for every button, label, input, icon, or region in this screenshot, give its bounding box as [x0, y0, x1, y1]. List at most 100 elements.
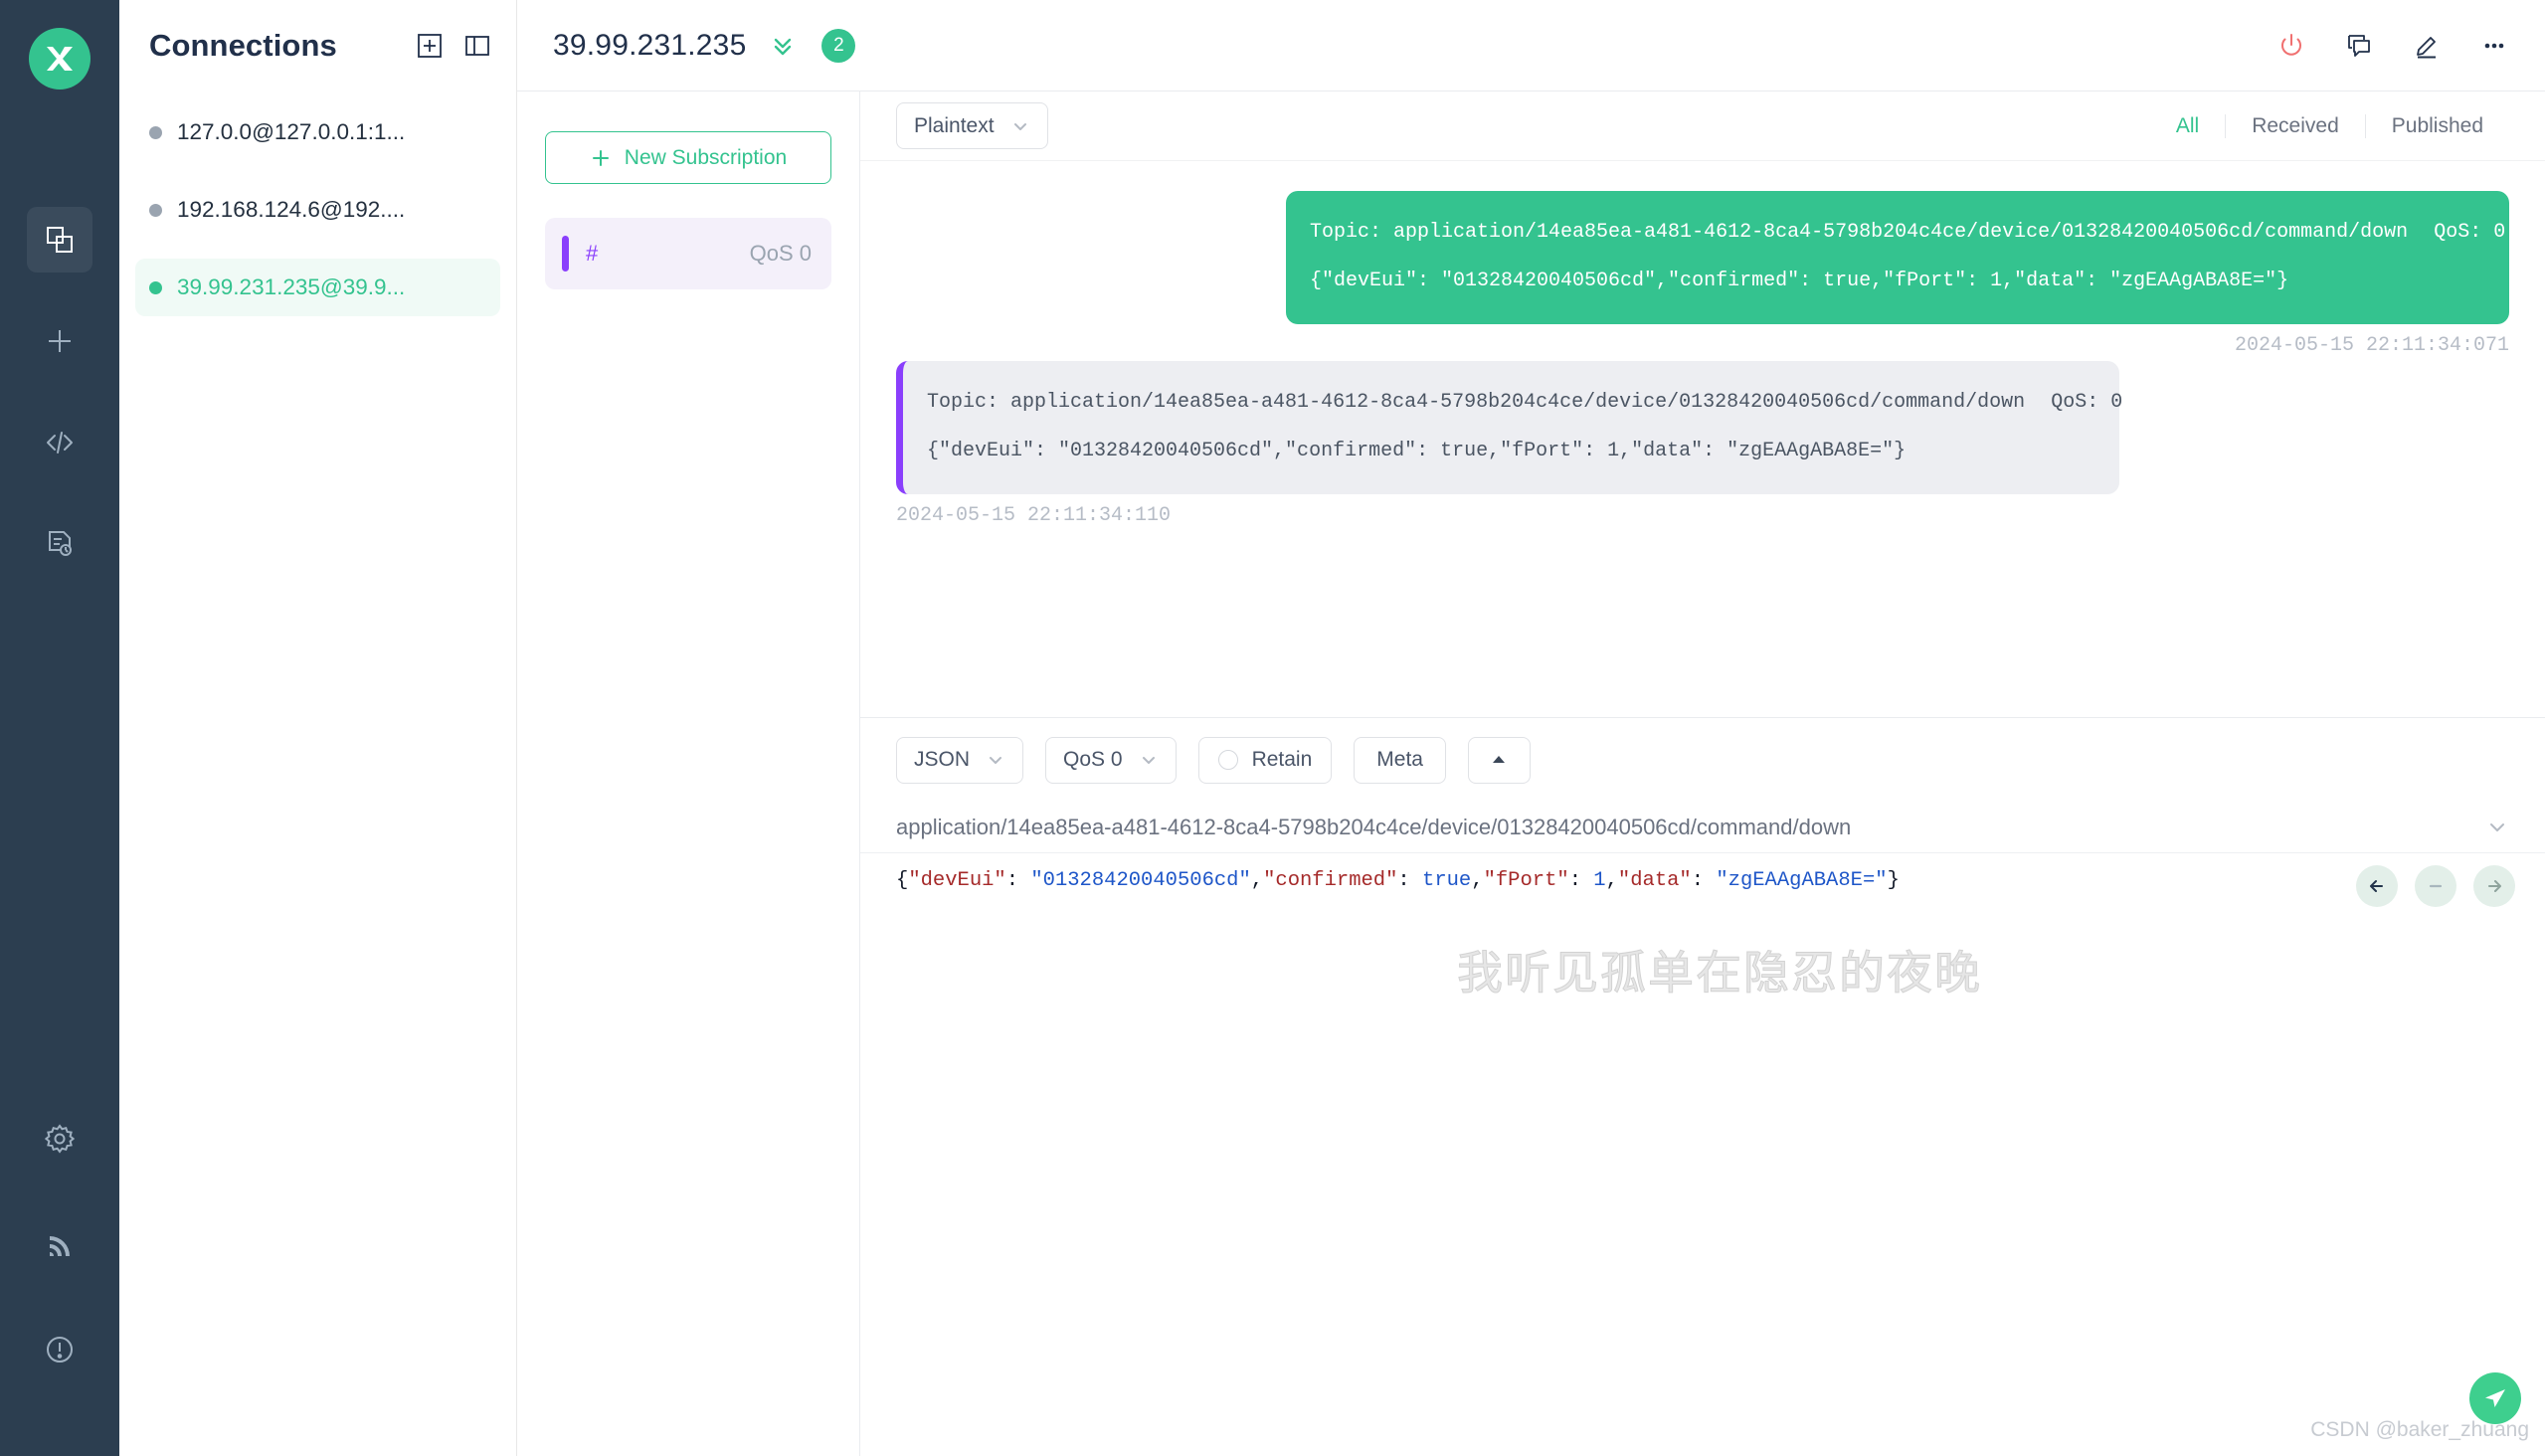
toggle-sidebar-button[interactable]	[464, 33, 490, 59]
chevron-down-icon	[1010, 116, 1030, 136]
page-title: Connections	[149, 28, 337, 64]
document-log-icon	[44, 528, 76, 560]
rss-signal-icon	[44, 1228, 76, 1260]
mqttx-logo-icon	[43, 42, 77, 76]
message-payload: {"devEui": "01328420040506cd","confirmed…	[1310, 262, 2485, 300]
publish-format-select[interactable]: JSON	[896, 737, 1023, 784]
connection-list: 127.0.0@127.0.0.1:1... 192.168.124.6@192…	[119, 91, 516, 336]
payload-format-select[interactable]: Plaintext	[896, 102, 1048, 149]
message-qos: QoS: 0	[2051, 383, 2122, 422]
retain-toggle[interactable]: Retain	[1198, 737, 1333, 784]
main-body: New Subscription # QoS 0 Plaintext	[517, 91, 2545, 1456]
message-bubble[interactable]: Topic: application/14ea85ea-a481-4612-8c…	[1286, 191, 2509, 324]
messages-button[interactable]	[2344, 31, 2374, 61]
message-bubble[interactable]: Topic: application/14ea85ea-a481-4612-8c…	[896, 361, 2119, 494]
retain-radio[interactable]	[1218, 750, 1238, 770]
list-item-active[interactable]: 39.99.231.235@39.9...	[135, 259, 500, 316]
connections-header-actions	[417, 33, 490, 59]
more-options-button[interactable]	[2479, 31, 2509, 61]
disconnect-button[interactable]	[2276, 31, 2306, 61]
chevron-up-icon	[1489, 750, 1509, 770]
power-icon	[2276, 31, 2306, 61]
messages-toolbar: Plaintext All Received Published	[860, 91, 2545, 161]
sidebar-toggle-icon	[464, 33, 490, 59]
topic-history-button[interactable]	[2485, 816, 2509, 839]
message-topic-line: Topic: application/14ea85ea-a481-4612-8c…	[927, 383, 2095, 422]
connection-header: 39.99.231.235 2	[517, 0, 2545, 91]
message-timestamp: 2024-05-15 22:11:34:110	[896, 504, 1171, 527]
minus-icon	[2425, 875, 2447, 897]
send-plane-icon	[2482, 1385, 2508, 1411]
message-topic: Topic: application/14ea85ea-a481-4612-8c…	[1310, 213, 2408, 252]
status-dot	[149, 126, 162, 139]
status-dot	[149, 281, 162, 294]
list-item[interactable]: 127.0.0@127.0.0.1:1...	[135, 103, 500, 161]
payload-format-value: Plaintext	[914, 114, 995, 138]
publish-payload-editor[interactable]: {"devEui": "01328420040506cd","confirmed…	[860, 853, 2545, 899]
rail-secondary-nav	[0, 1106, 119, 1382]
tab-all[interactable]: All	[2150, 114, 2225, 138]
publish-format-value: JSON	[914, 748, 970, 772]
status-dot	[149, 204, 162, 217]
tab-published[interactable]: Published	[2366, 114, 2509, 138]
info-circle-icon	[44, 1334, 76, 1365]
sidebar-item-settings[interactable]	[27, 1106, 92, 1172]
collapse-publish-button[interactable]	[1468, 737, 1531, 784]
connection-name: 39.99.231.235@39.9...	[177, 274, 405, 300]
meta-button[interactable]: Meta	[1354, 737, 1446, 784]
publish-qos-select[interactable]: QoS 0	[1045, 737, 1177, 784]
message-topic: Topic: application/14ea85ea-a481-4612-8c…	[927, 383, 2025, 422]
publish-topic-input[interactable]: application/14ea85ea-a481-4612-8ca4-5798…	[896, 815, 2485, 840]
publish-canvas: 我听见孤单在隐忍的夜晚 CSDN @baker_zhuang	[860, 899, 2545, 1456]
sidebar-item-new-connection[interactable]	[27, 308, 92, 374]
retain-label: Retain	[1252, 748, 1313, 772]
message-item-published: Topic: application/14ea85ea-a481-4612-8c…	[896, 191, 2509, 357]
connection-name: 127.0.0@127.0.0.1:1...	[177, 119, 405, 145]
plus-icon	[590, 147, 612, 169]
windows-stack-icon	[44, 224, 76, 256]
message-item-received: Topic: application/14ea85ea-a481-4612-8c…	[896, 361, 2509, 527]
connections-panel: Connections 127.0.0@127.0.0.1:1...	[119, 0, 517, 1456]
arrow-right-icon	[2483, 875, 2505, 897]
new-subscription-button[interactable]: New Subscription	[545, 131, 831, 184]
list-item[interactable]: 192.168.124.6@192....	[135, 181, 500, 239]
send-message-button[interactable]	[2469, 1372, 2521, 1424]
publish-qos-value: QoS 0	[1063, 748, 1123, 772]
message-qos: QoS: 0	[2434, 213, 2505, 252]
rail-primary-nav	[27, 207, 92, 613]
main-area: 39.99.231.235 2	[517, 0, 2545, 1456]
pencil-icon	[2412, 31, 2442, 61]
plus-icon	[44, 325, 76, 357]
chevron-down-icon	[1139, 750, 1159, 770]
connections-header: Connections	[119, 0, 516, 91]
connection-title: 39.99.231.235	[553, 29, 746, 63]
sidebar-item-scripts[interactable]	[27, 410, 92, 475]
message-timestamp: 2024-05-15 22:11:34:071	[2235, 334, 2509, 357]
message-filter-tabs: All Received Published	[2150, 114, 2509, 138]
message-topic-line: Topic: application/14ea85ea-a481-4612-8c…	[1310, 213, 2485, 252]
edit-connection-button[interactable]	[2412, 31, 2442, 61]
subscription-qos: QoS 0	[750, 241, 812, 267]
messages-column: Plaintext All Received Published	[860, 91, 2545, 1456]
expand-connection-info-button[interactable]	[768, 31, 798, 61]
subscription-topic: #	[586, 241, 598, 267]
subscription-color-bar	[562, 236, 569, 272]
sidebar-item-log[interactable]	[27, 511, 92, 577]
message-count-badge: 2	[821, 29, 855, 63]
message-list[interactable]: Topic: application/14ea85ea-a481-4612-8c…	[860, 161, 2545, 717]
new-subscription-label: New Subscription	[625, 146, 787, 170]
meta-label: Meta	[1376, 748, 1423, 772]
new-connection-button[interactable]	[417, 33, 443, 59]
subscription-item[interactable]: # QoS 0	[545, 218, 831, 289]
subscriptions-panel: New Subscription # QoS 0	[517, 91, 860, 1456]
ellipsis-icon	[2479, 31, 2509, 61]
publish-topic-row[interactable]: application/14ea85ea-a481-4612-8ca4-5798…	[860, 802, 2545, 853]
sidebar-item-about[interactable]	[27, 1317, 92, 1382]
sidebar-item-broker[interactable]	[27, 1211, 92, 1277]
connection-name: 192.168.124.6@192....	[177, 197, 405, 223]
center-watermark: 我听见孤单在隐忍的夜晚	[1457, 937, 1982, 1002]
chat-copy-icon	[2344, 31, 2374, 61]
sidebar-item-connections[interactable]	[27, 207, 92, 273]
tab-received[interactable]: Received	[2226, 114, 2365, 138]
plus-square-icon	[417, 33, 443, 59]
